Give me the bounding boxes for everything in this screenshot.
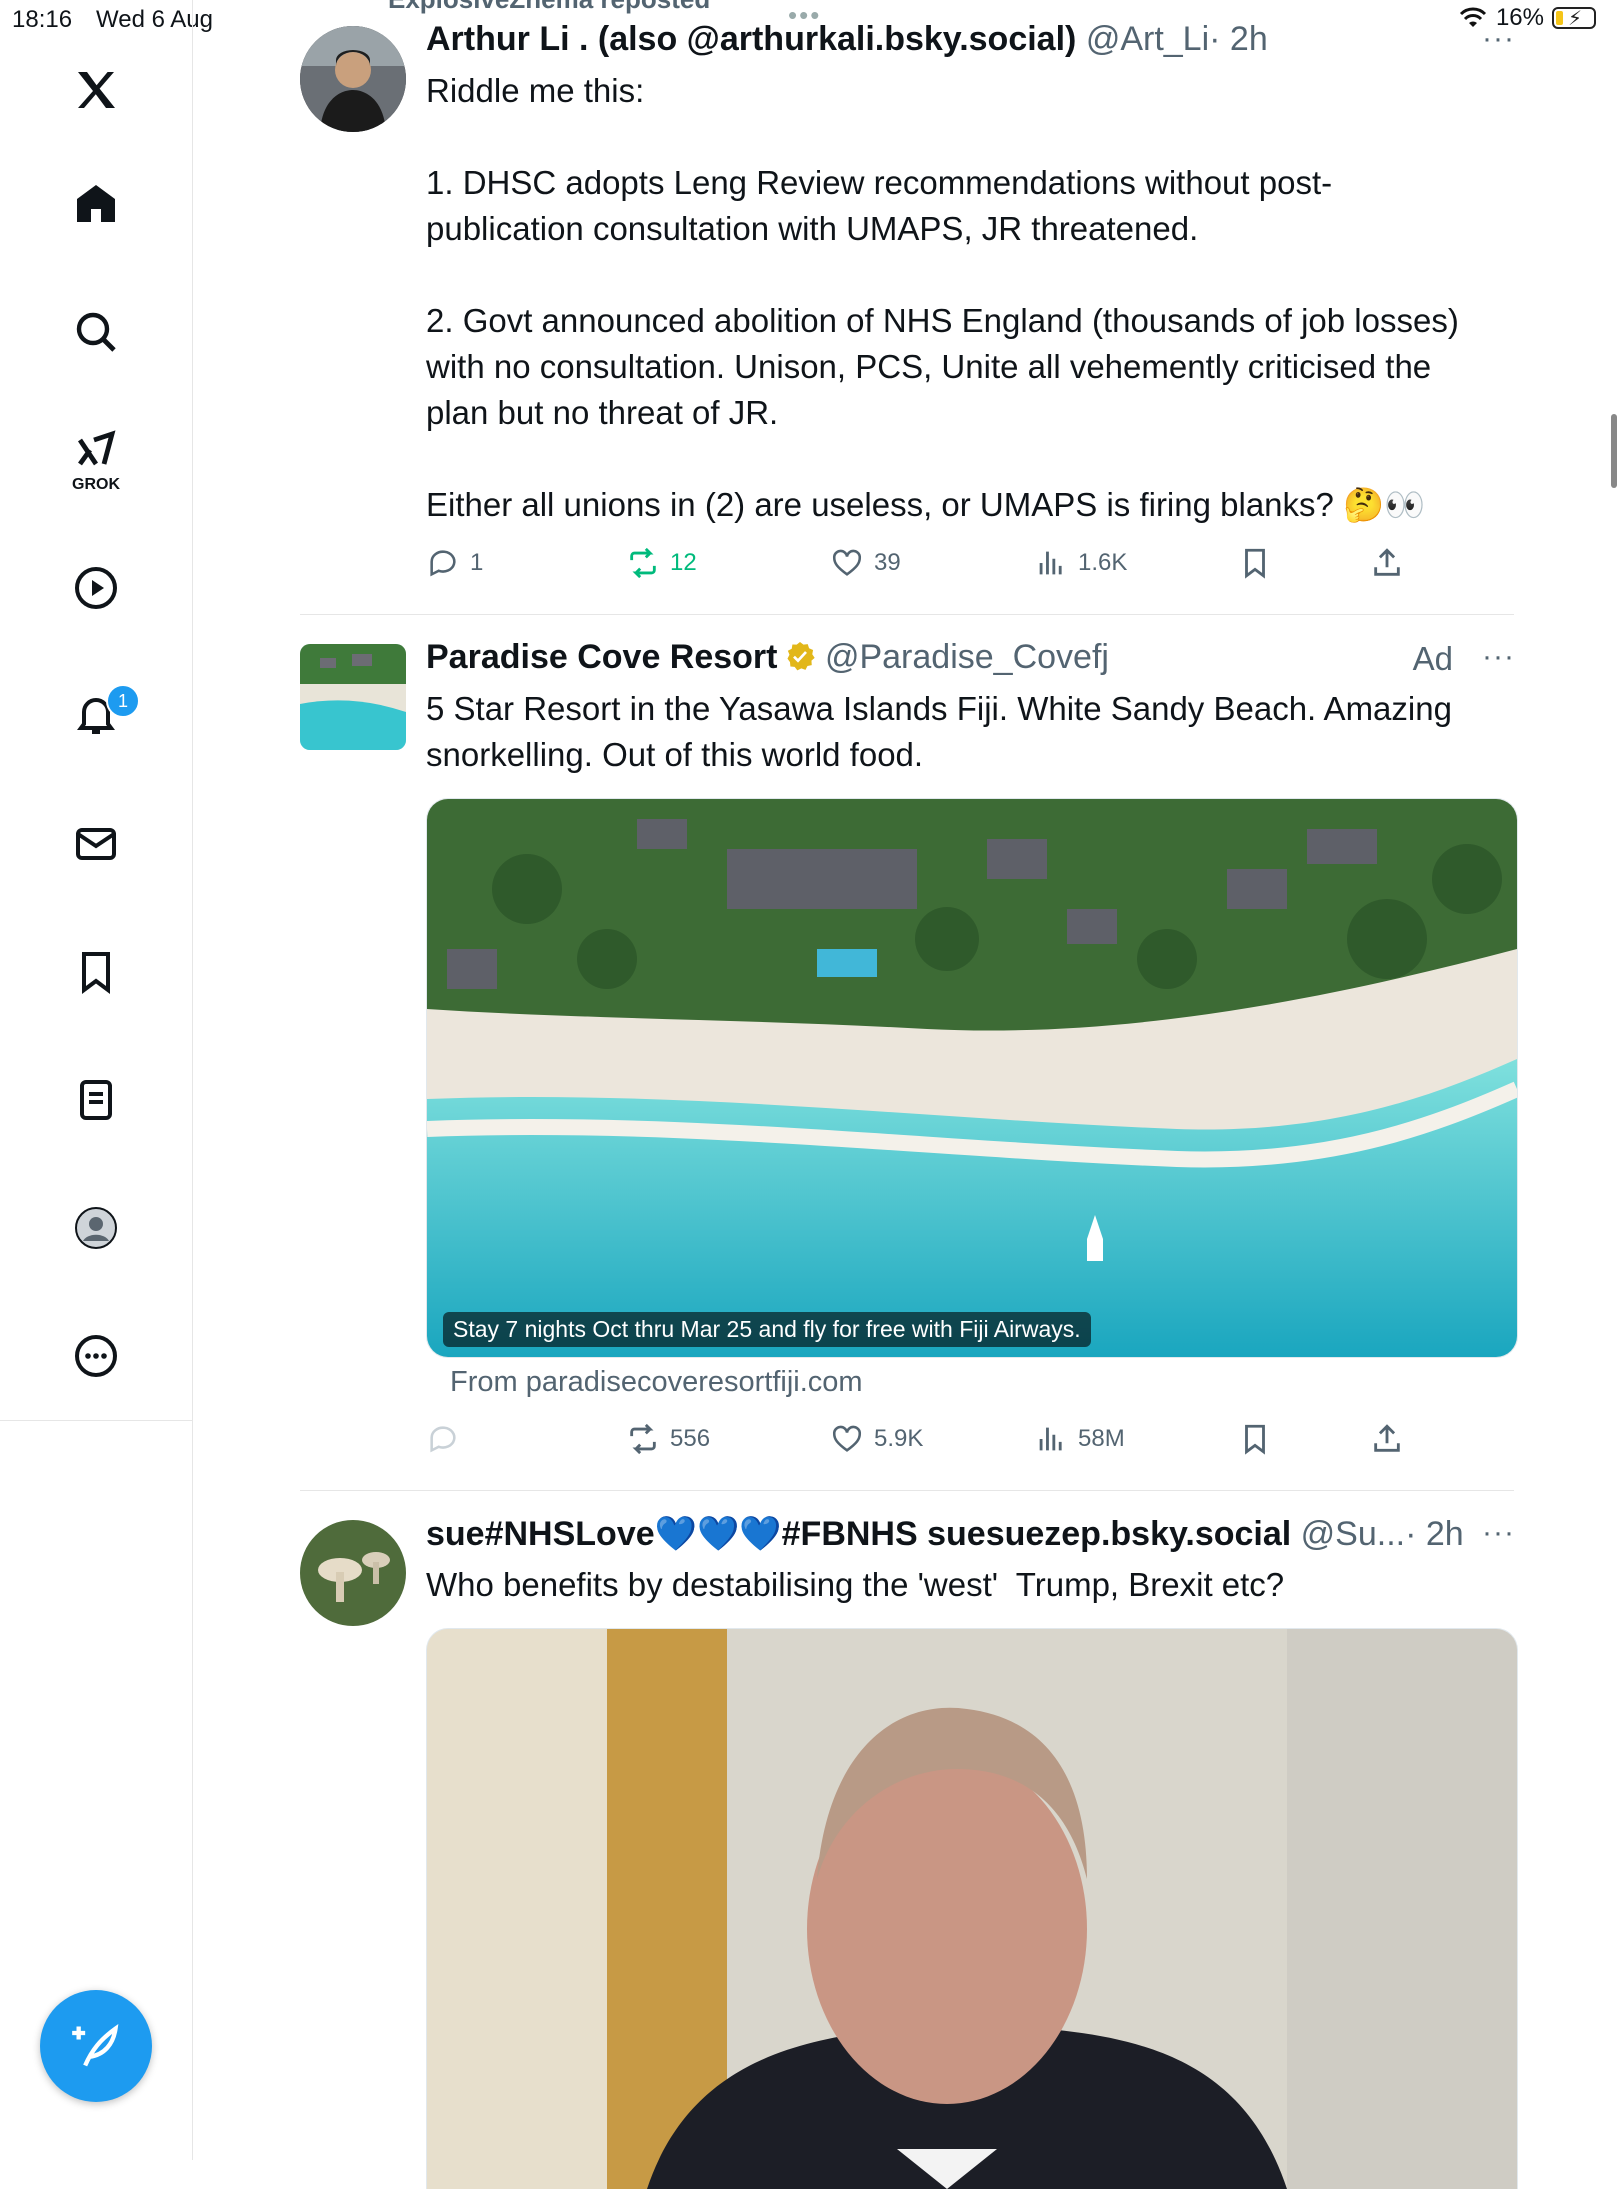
share-upload-icon	[1374, 1424, 1400, 1452]
verified-gold-badge-icon	[786, 642, 815, 671]
sidebar-divider	[0, 1420, 192, 1421]
bookmark-icon	[1245, 1424, 1265, 1455]
resort-thumbnail	[300, 644, 406, 750]
author-avatar[interactable]	[300, 26, 406, 132]
views-chart-icon	[1039, 551, 1062, 575]
compose-post-button[interactable]	[40, 1990, 152, 2102]
ad-views-count: 58M	[1078, 1425, 1125, 1452]
ad-source-link[interactable]: From paradisecoveresortfiji.com	[450, 1366, 863, 1399]
author-name[interactable]: sue#NHSLove💙💙💙#FBNHS suesuezep.bsky.soci…	[426, 1515, 1291, 1553]
ad-like-button[interactable]: 5.9K	[830, 1422, 923, 1456]
ad-bookmark-button[interactable]	[1238, 1422, 1272, 1456]
author-handle[interactable]: @Art_Li	[1086, 20, 1209, 58]
ad-repost-button[interactable]: 556	[626, 1422, 710, 1456]
bookmark-icon	[1245, 548, 1265, 579]
author-handle[interactable]: @Su...	[1301, 1515, 1405, 1553]
tweet-divider	[300, 1490, 1514, 1491]
ad-reply-button[interactable]	[426, 1422, 460, 1456]
author-avatar[interactable]	[300, 1520, 406, 1626]
share-upload-icon	[1374, 548, 1400, 576]
ad-repost-count: 556	[670, 1425, 711, 1452]
aerial-beach-photo	[427, 799, 1517, 1357]
like-button[interactable]: 39	[830, 546, 901, 580]
like-count: 39	[874, 549, 901, 576]
status-right: 16% ⚡	[1458, 4, 1596, 32]
tweet-text: Who benefits by destabilising the 'west'…	[426, 1566, 1285, 1603]
sidebar: GROK 1	[0, 0, 193, 2160]
search-icon[interactable]	[54, 290, 138, 374]
tweet-text: Riddle me this: 1. DHSC adopts Leng Revi…	[426, 72, 1459, 523]
scrollbar[interactable]	[1611, 414, 1617, 488]
views-count: 1.6K	[1078, 549, 1128, 576]
messages-envelope-icon[interactable]	[54, 802, 138, 886]
x-logo-icon[interactable]	[54, 48, 138, 132]
avatar-photo	[300, 26, 406, 132]
views-button[interactable]: 1.6K	[1034, 546, 1127, 580]
ad-like-count: 5.9K	[874, 1425, 924, 1452]
repost-button[interactable]: 12	[626, 546, 697, 580]
more-options-button[interactable]: ···	[1482, 1516, 1515, 1550]
profile-avatar-icon[interactable]	[54, 1186, 138, 1270]
tweet-time[interactable]: · 2h	[1405, 1515, 1464, 1553]
tweet-divider	[300, 614, 1514, 615]
advertiser-name[interactable]: Paradise Cove Resort	[426, 638, 778, 676]
ad-views-button[interactable]: 58M	[1034, 1422, 1125, 1456]
ad-share-button[interactable]	[1370, 1422, 1404, 1456]
tweet-actions: 1 12 39 1.6K	[426, 546, 1516, 586]
more-options-button[interactable]: ···	[1482, 22, 1515, 56]
reply-icon	[430, 550, 456, 577]
more-options-icon[interactable]	[54, 1314, 138, 1398]
views-chart-icon	[1039, 1427, 1062, 1451]
author-name[interactable]: Arthur Li . (also @arthurkali.bsky.socia…	[426, 20, 1076, 58]
repost-icon	[630, 1423, 656, 1455]
repost-icon	[630, 547, 656, 579]
portrait-photo	[427, 1629, 1517, 2189]
ad-more-options-button[interactable]: ···	[1482, 640, 1515, 674]
share-button[interactable]	[1370, 546, 1404, 580]
ad-media-image[interactable]: Stay 7 nights Oct thru Mar 25 and fly fo…	[426, 798, 1518, 1358]
lists-icon[interactable]	[54, 1058, 138, 1142]
videos-play-icon[interactable]	[54, 546, 138, 630]
repost-count: 12	[670, 549, 697, 576]
ad-header: Paradise Cove Resort @Paradise_Covefj	[426, 638, 1109, 677]
tweet-media-image[interactable]	[426, 1628, 1518, 2189]
repost-indicator: ExplosiveZhema reposted	[388, 0, 710, 15]
advertiser-avatar[interactable]	[300, 644, 406, 750]
heart-icon	[832, 1425, 862, 1452]
reply-count: 1	[470, 549, 484, 576]
heart-icon	[832, 549, 862, 576]
tweet-header: Arthur Li . (also @arthurkali.bsky.socia…	[426, 20, 1268, 59]
advertiser-handle[interactable]: @Paradise_Covefj	[825, 638, 1109, 676]
ad-label: Ad	[1412, 640, 1453, 677]
ad-text: 5 Star Resort in the Yasawa Islands Fiji…	[426, 690, 1452, 773]
home-icon[interactable]	[54, 162, 138, 246]
feather-plus-icon	[72, 2023, 119, 2067]
mushroom-avatar-photo	[300, 1520, 406, 1626]
bookmark-button[interactable]	[1238, 546, 1272, 580]
tweet-time[interactable]: · 2h	[1209, 20, 1268, 58]
bookmarks-icon[interactable]	[54, 930, 138, 1014]
ad-actions: 556 5.9K 58M	[426, 1422, 1516, 1462]
reply-button[interactable]: 1	[426, 546, 483, 580]
reply-icon	[430, 1426, 456, 1453]
notification-badge: 1	[106, 684, 140, 718]
tweet-header: sue#NHSLove💙💙💙#FBNHS suesuezep.bsky.soci…	[426, 1514, 1464, 1554]
media-caption: Stay 7 nights Oct thru Mar 25 and fly fo…	[443, 1312, 1091, 1347]
grok-label: GROK	[72, 476, 120, 493]
battery-icon: ⚡	[1552, 7, 1596, 30]
